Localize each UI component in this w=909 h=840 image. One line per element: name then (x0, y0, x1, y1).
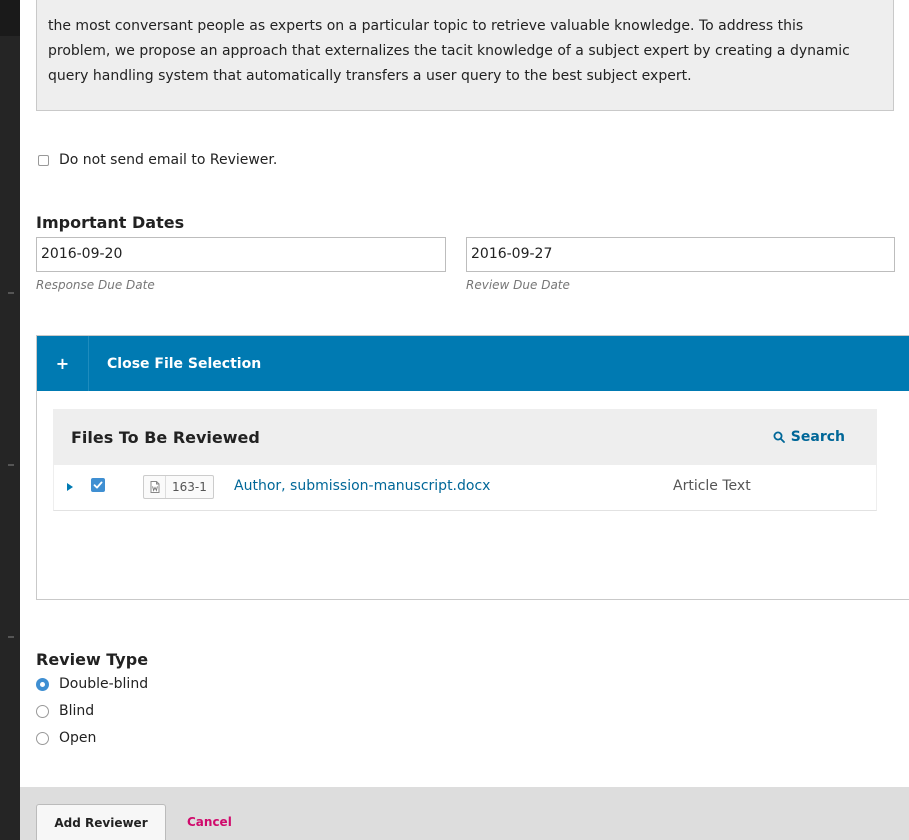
add-reviewer-form: the most conversant people as experts on… (20, 0, 909, 840)
file-id: 163-1 (172, 480, 207, 494)
file-id-badge: 163-1 (143, 475, 214, 499)
skip-email-label: Do not send email to Reviewer. (59, 152, 278, 168)
background-marker (8, 636, 14, 638)
review-type-option-open[interactable]: Open (36, 730, 96, 746)
search-label: Search (790, 429, 845, 445)
radio-label: Double-blind (59, 676, 149, 692)
search-button[interactable]: Search (773, 429, 845, 445)
add-reviewer-button[interactable]: Add Reviewer (36, 804, 166, 840)
review-due-date-label: Review Due Date (466, 278, 570, 292)
background-tab (0, 0, 20, 36)
radio-label: Open (59, 730, 97, 746)
background-marker (8, 292, 14, 294)
grid-header: Files To Be Reviewed Search (53, 409, 877, 465)
word-document-icon (144, 476, 166, 498)
background-page-strip (0, 0, 20, 840)
background-marker (8, 464, 14, 466)
close-file-selection-link[interactable]: Close File Selection (89, 356, 261, 372)
file-selection-header[interactable]: + Close File Selection (37, 336, 909, 391)
message-line: problem, we propose an approach that ext… (48, 43, 850, 59)
review-type-option-blind[interactable]: Blind (36, 703, 94, 719)
file-select-checkbox[interactable] (91, 478, 105, 492)
response-due-date-label: Response Due Date (36, 278, 155, 292)
file-type: Article Text (673, 478, 751, 494)
open-radio[interactable] (36, 731, 49, 745)
checkmark-icon (93, 481, 103, 489)
response-due-date-input[interactable]: 2016-09-20 (36, 237, 446, 272)
file-name-link[interactable]: Author, submission-manuscript.docx (234, 478, 490, 494)
skip-email-option[interactable]: Do not send email to Reviewer. (38, 152, 277, 168)
important-dates-heading: Important Dates (36, 213, 185, 232)
skip-email-checkbox[interactable] (38, 154, 49, 166)
expand-row-icon[interactable] (67, 483, 73, 491)
table-row: 163-1 Author, submission-manuscript.docx… (53, 465, 877, 511)
review-due-date-input[interactable]: 2016-09-27 (466, 237, 895, 272)
files-to-review-grid: Files To Be Reviewed Search 163-1 Author… (53, 409, 877, 513)
search-icon (773, 431, 785, 443)
form-footer: Add Reviewer Cancel (20, 787, 909, 840)
review-type-option-double-blind[interactable]: Double-blind (36, 676, 148, 692)
grid-title: Files To Be Reviewed (71, 427, 260, 447)
message-line: query handling system that automatically… (48, 68, 692, 84)
cancel-link[interactable]: Cancel (187, 815, 232, 829)
double-blind-radio[interactable] (36, 677, 49, 691)
message-line: the most conversant people as experts on… (48, 18, 804, 34)
file-selection-panel: + Close File Selection Files To Be Revie… (36, 335, 909, 600)
blind-radio[interactable] (36, 704, 49, 718)
plus-icon[interactable]: + (37, 336, 89, 391)
email-message-body[interactable]: the most conversant people as experts on… (36, 0, 894, 111)
review-type-heading: Review Type (36, 650, 149, 669)
radio-label: Blind (59, 703, 95, 719)
